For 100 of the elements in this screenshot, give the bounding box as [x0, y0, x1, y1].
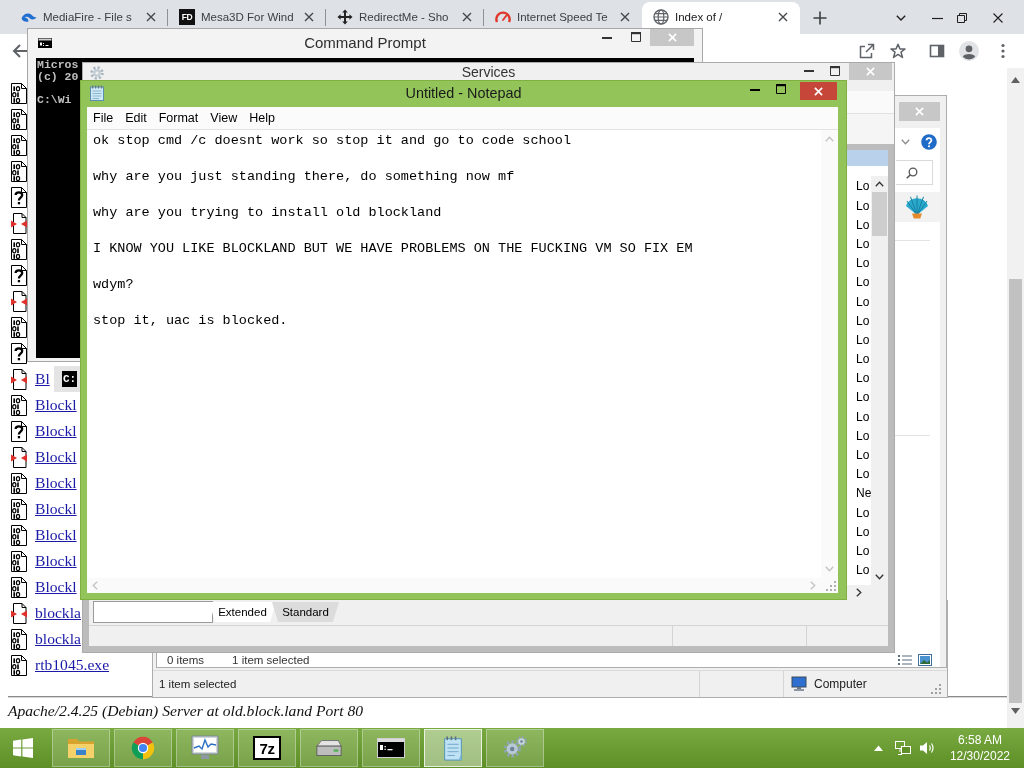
list-cell: Lo: [856, 198, 870, 213]
scroll-thumb[interactable]: [872, 192, 887, 236]
app-logo: 7z: [253, 736, 281, 760]
file-link[interactable]: Blockl: [35, 552, 77, 570]
thumbnails-view-icon[interactable]: [918, 654, 932, 666]
taskbar-button[interactable]: 7z: [238, 729, 296, 767]
file-link[interactable]: Blockl: [35, 448, 77, 466]
list-cell: Lo: [856, 179, 870, 194]
list-cell: Lo: [856, 352, 870, 367]
seashell-icon[interactable]: [903, 195, 930, 219]
view-tab[interactable]: Extended: [209, 602, 276, 622]
binary-file-icon: [11, 576, 27, 598]
list-cell: Lo: [856, 275, 870, 290]
file-link[interactable]: Bl: [35, 370, 50, 388]
zone-label: Computer: [814, 677, 867, 691]
taskbar-button[interactable]: [362, 729, 420, 767]
status-text: 1 item selected: [159, 678, 237, 690]
maximize-icon[interactable]: [631, 32, 641, 42]
network-icon[interactable]: [894, 740, 911, 756]
file-link[interactable]: blockla: [35, 604, 81, 622]
right-caret-icon[interactable]: [856, 587, 862, 597]
list-cell: Lo: [856, 332, 870, 347]
file-link[interactable]: Blockl: [35, 578, 77, 596]
profile-icon[interactable]: [959, 41, 979, 61]
file-link[interactable]: Blockl: [35, 526, 77, 544]
binary-file-icon: [11, 394, 27, 416]
close-icon[interactable]: [620, 12, 630, 22]
menu-item[interactable]: File: [87, 107, 120, 129]
arrows-file-icon: [11, 368, 27, 390]
maximize-icon[interactable]: [776, 84, 786, 94]
share-icon[interactable]: [859, 43, 875, 59]
notepad-icon: [90, 85, 104, 101]
selection-count: 1 item selected: [232, 654, 310, 666]
binary-file-icon: [11, 628, 27, 650]
restore-icon[interactable]: [957, 13, 967, 23]
help-icon[interactable]: [921, 133, 937, 150]
list-cell: Lo: [856, 371, 870, 386]
file-link[interactable]: Blockl: [35, 422, 77, 440]
up-caret-icon[interactable]: [875, 181, 884, 187]
menu-item[interactable]: Edit: [119, 107, 153, 129]
close-icon[interactable]: [146, 12, 156, 22]
file-link[interactable]: rtb1045.exe: [35, 656, 110, 674]
menu-item[interactable]: Format: [152, 107, 205, 129]
question-file-icon: [11, 420, 27, 442]
search-field[interactable]: [896, 160, 933, 185]
chevron-up-icon[interactable]: [873, 745, 883, 751]
close-icon[interactable]: [462, 12, 472, 22]
close-button[interactable]: [800, 82, 837, 100]
browser-tab[interactable]: MediaFire - File s: [10, 2, 168, 28]
browser-tab[interactable]: Index of /: [642, 2, 800, 34]
close-icon[interactable]: [304, 12, 314, 22]
up-caret-icon[interactable]: [1011, 77, 1020, 83]
file-link[interactable]: blockla: [35, 630, 81, 648]
down-caret-icon[interactable]: [875, 574, 884, 580]
back-arrow-icon[interactable]: [12, 43, 28, 59]
list-cell: Lo: [856, 409, 870, 424]
close-icon[interactable]: [778, 12, 788, 22]
view-tab[interactable]: Standard: [272, 602, 339, 622]
list-cell: Lo: [856, 467, 870, 482]
close-icon: [667, 33, 677, 42]
console-text: C:\Wi: [37, 94, 72, 106]
file-link[interactable]: Blockl: [35, 396, 77, 414]
four-arrows-icon: [337, 9, 353, 25]
maximize-icon[interactable]: [830, 66, 840, 76]
menu-item[interactable]: View: [204, 107, 244, 129]
down-caret-icon[interactable]: [1011, 708, 1020, 714]
list-cell: Lo: [856, 428, 870, 443]
side-panel-icon[interactable]: [929, 43, 945, 59]
list-cell: Lo: [856, 448, 870, 462]
list-cell: Lo: [856, 313, 870, 328]
size-grip-icon[interactable]: [931, 684, 941, 694]
circle-logo-icon: [129, 735, 157, 761]
binary-file-icon: [11, 498, 27, 520]
browser-tab[interactable]: Internet Speed Te: [484, 2, 642, 28]
text-line: ok stop cmd /c doesnt work so stop it and go to code school: [93, 132, 571, 150]
arrows-file-icon: [11, 446, 27, 468]
close-icon: [814, 86, 823, 96]
caret-icon[interactable]: [896, 15, 906, 21]
list-cell: Lo: [856, 563, 870, 578]
close-icon[interactable]: [993, 13, 1003, 23]
console-icon: [377, 735, 405, 761]
window-panes-icon: [12, 738, 33, 758]
scroll-thumb[interactable]: [1009, 279, 1022, 703]
window-title: Services: [461, 65, 516, 82]
computer-icon: [791, 676, 807, 692]
size-grip-icon[interactable]: [826, 581, 836, 591]
star-icon[interactable]: [890, 43, 906, 59]
browser-tab[interactable]: RedirectMe - Sho: [326, 2, 484, 28]
menu-item[interactable]: Help: [243, 107, 281, 129]
search-icon: [906, 166, 918, 179]
browser-tab[interactable]: FD Mesa3D For Wind: [168, 2, 326, 28]
gear-icon: [90, 66, 104, 80]
plus-icon[interactable]: [813, 11, 827, 25]
file-link[interactable]: Blockl: [35, 474, 77, 492]
more-menu-icon[interactable]: [1001, 43, 1005, 59]
list-cell: Lo: [856, 505, 870, 520]
details-view-icon[interactable]: [898, 654, 912, 666]
speaker-icon[interactable]: [918, 740, 935, 756]
list-cell: Lo: [856, 217, 870, 232]
file-link[interactable]: Blockl: [35, 500, 77, 518]
